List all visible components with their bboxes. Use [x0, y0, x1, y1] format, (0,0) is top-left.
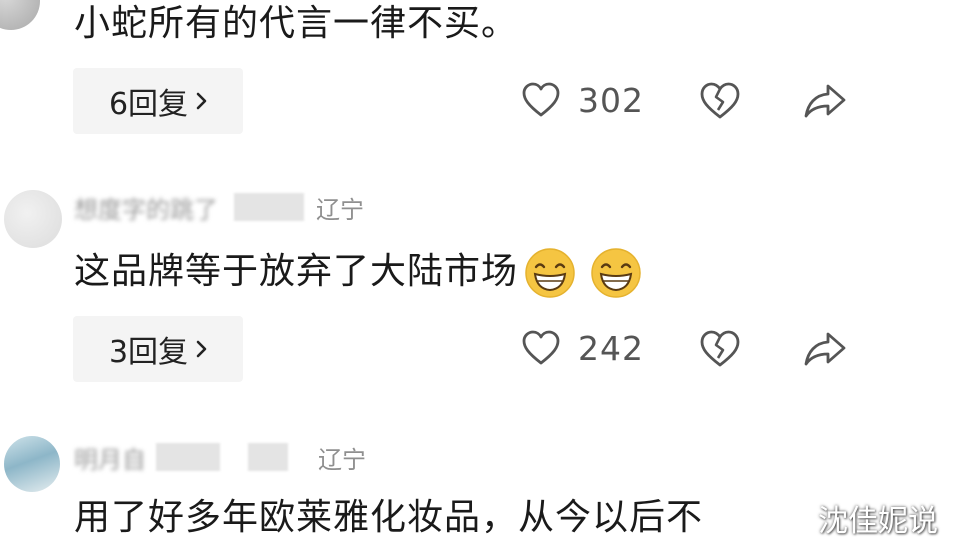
grinning-emoji-icon [591, 248, 641, 298]
chevron-right-icon [196, 340, 207, 358]
comment-text: 用了好多年欧莱雅化妆品，从今以后不 [74, 497, 704, 538]
replies-button[interactable]: 3回复 [73, 316, 243, 382]
like-count: 242 [578, 328, 644, 368]
replies-label: 3回复 [108, 335, 189, 370]
like-count: 302 [578, 80, 644, 120]
redacted-mosaic [248, 443, 288, 471]
replies-label: 6回复 [108, 87, 189, 122]
redacted-mosaic [234, 193, 304, 221]
username[interactable]: 明月自 [74, 440, 146, 475]
chevron-right-icon [196, 92, 207, 110]
comment-text: 这品牌等于放弃了大陆市场 [74, 247, 642, 299]
avatar[interactable] [4, 190, 62, 248]
broken-heart-icon[interactable] [698, 78, 742, 122]
comment-author[interactable]: 明月自 辽宁 [74, 440, 366, 474]
grinning-emoji-icon [525, 248, 575, 298]
heart-icon [522, 330, 560, 365]
region-label: 辽宁 [316, 195, 364, 224]
redacted-mosaic [156, 443, 220, 471]
comment-text: 小蛇所有的代言一律不买。 [74, 3, 519, 44]
like-button[interactable]: 242 [522, 326, 644, 370]
heart-icon [522, 82, 560, 117]
like-button[interactable]: 302 [522, 78, 644, 122]
replies-button[interactable]: 6回复 [73, 68, 243, 134]
comment-body: 这品牌等于放弃了大陆市场 [74, 251, 519, 292]
watermark: 沈佳妮说 [818, 504, 938, 539]
region-label: 辽宁 [318, 445, 366, 474]
avatar[interactable] [4, 436, 60, 492]
comment-author[interactable]: 想度字的跳了 辽宁 [74, 190, 364, 224]
avatar[interactable] [0, 0, 40, 30]
share-arrow-icon[interactable] [802, 326, 848, 370]
broken-heart-icon[interactable] [698, 326, 742, 370]
username[interactable]: 想度字的跳了 [74, 190, 218, 225]
share-arrow-icon[interactable] [802, 78, 848, 122]
